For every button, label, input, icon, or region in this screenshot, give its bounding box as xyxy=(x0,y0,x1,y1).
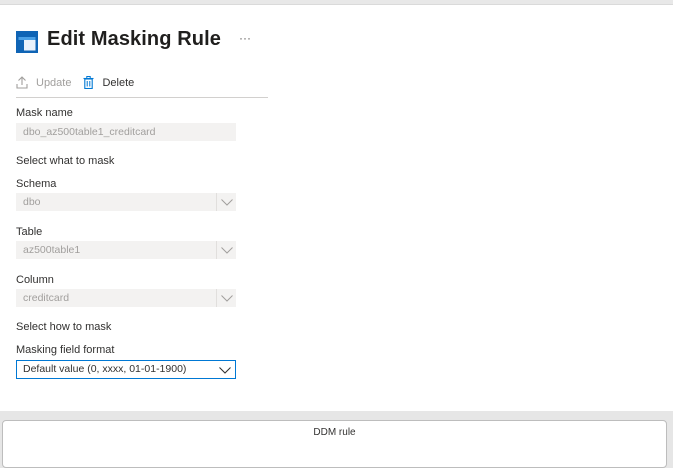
masking-format-label: Masking field format xyxy=(16,344,115,356)
page-header: Edit Masking Rule ··· xyxy=(16,24,251,54)
update-label: Update xyxy=(36,76,72,89)
table-label: Table xyxy=(16,226,43,238)
ddm-rule-label: DDM rule xyxy=(313,427,356,438)
mask-name-field: dbo_az500table1_creditcard xyxy=(16,123,236,141)
select-what-heading: Select what to mask xyxy=(16,155,115,167)
chevron-down-icon xyxy=(216,241,236,259)
column-value: creditcard xyxy=(23,292,70,304)
more-options-button[interactable]: ··· xyxy=(239,31,251,45)
masking-format-dropdown[interactable]: Default value (0, xxxx, 01-01-1900) xyxy=(16,360,236,379)
select-how-heading: Select how to mask xyxy=(16,321,112,333)
chevron-down-icon xyxy=(216,289,236,307)
table-value: az500table1 xyxy=(23,244,81,256)
table-icon xyxy=(16,31,38,53)
delete-label: Delete xyxy=(102,76,135,89)
chevron-down-icon xyxy=(215,361,235,379)
update-button[interactable]: Update xyxy=(16,76,71,89)
schema-value: dbo xyxy=(23,196,41,208)
trash-icon xyxy=(83,76,94,89)
page-title: Edit Masking Rule xyxy=(47,27,221,50)
ddm-rule-panel: DDM rule xyxy=(2,420,667,468)
schema-label: Schema xyxy=(16,178,57,190)
masking-format-value: Default value (0, xxxx, 01-01-1900) xyxy=(23,363,187,375)
mask-name-label: Mask name xyxy=(16,107,73,119)
delete-button[interactable]: Delete xyxy=(83,76,134,89)
command-bar: Update Delete xyxy=(16,72,268,98)
schema-dropdown: dbo xyxy=(16,193,236,211)
upload-icon xyxy=(16,76,28,89)
table-dropdown: az500table1 xyxy=(16,241,236,259)
column-label: Column xyxy=(16,274,54,286)
column-dropdown: creditcard xyxy=(16,289,236,307)
top-bar xyxy=(0,0,673,5)
chevron-down-icon xyxy=(216,193,236,211)
